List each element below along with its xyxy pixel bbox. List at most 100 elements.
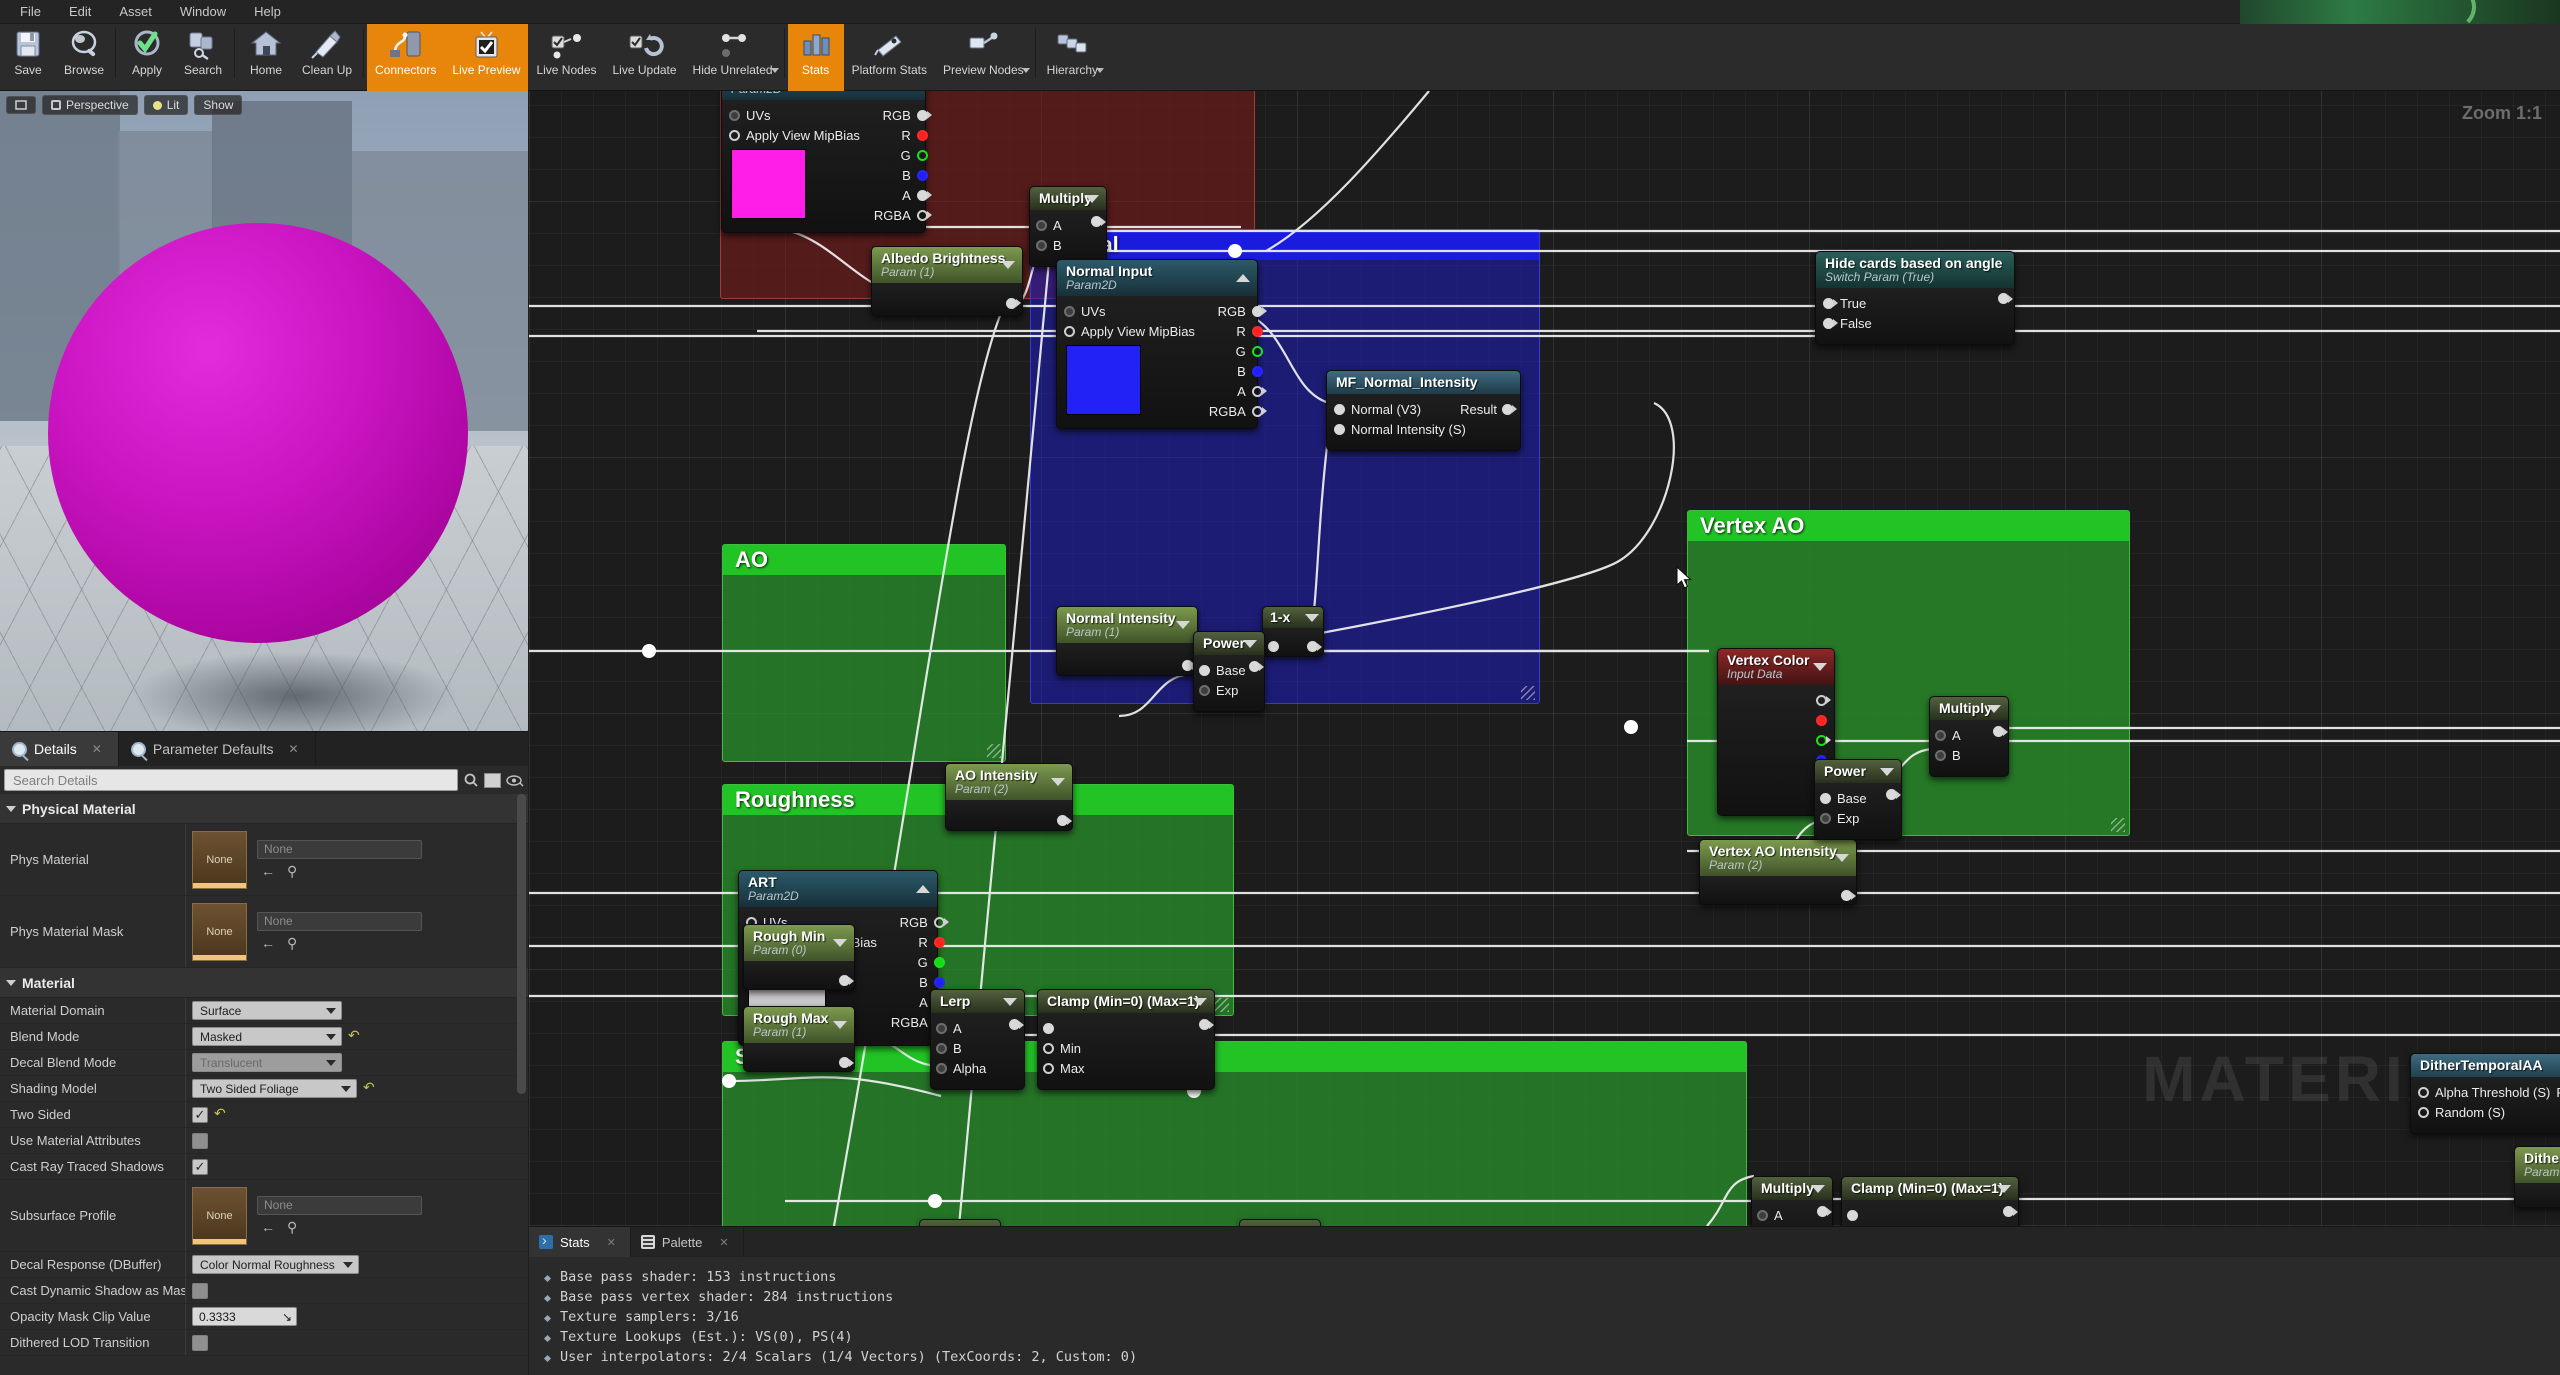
output-pin[interactable]	[1057, 815, 1068, 826]
input-pin[interactable]	[1036, 240, 1047, 251]
pin-clamp-max[interactable]: Max	[1038, 1058, 1214, 1078]
input-pin[interactable]	[1036, 220, 1047, 231]
chevron-down-icon[interactable]	[1811, 1185, 1825, 1193]
group-material[interactable]: Material	[0, 968, 528, 998]
opacity-mask-clip-value-input[interactable]: 0.3333 ↘	[192, 1307, 297, 1326]
chevron-up-icon[interactable]	[916, 885, 930, 893]
output-pin[interactable]	[1817, 1206, 1828, 1217]
pin-albedo-multiply-b[interactable]: B	[1030, 235, 1106, 255]
two-sided-checkbox[interactable]: ✓	[192, 1107, 208, 1123]
output-pin[interactable]	[1816, 715, 1827, 726]
chevron-down-icon[interactable]	[1001, 261, 1015, 269]
node-sss-multiply[interactable]: Multiply A B	[1751, 1176, 1833, 1226]
node-sss-multiply-header[interactable]: Multiply	[1752, 1177, 1832, 1200]
output-pin[interactable]	[1252, 366, 1263, 377]
node-vertex-ao-intensity[interactable]: Vertex AO Intensity Param (2)	[1699, 839, 1857, 905]
node-mf-normal-intensity-header[interactable]: MF_Normal_Intensity	[1327, 371, 1520, 394]
resize-grip[interactable]	[1215, 998, 1229, 1012]
node-sss-multiply-3[interactable]: Multiply	[1239, 1219, 1321, 1226]
node-ao-power-header[interactable]: Power	[1194, 632, 1264, 655]
pin-lerp-b[interactable]: B	[931, 1038, 1024, 1058]
cast-dynamic-shadow-as-masked-checkbox[interactable]	[192, 1283, 208, 1299]
normal-texture-swatch[interactable]	[1066, 345, 1141, 415]
resize-grip[interactable]	[1521, 686, 1535, 700]
pin-vertex-r[interactable]	[1718, 710, 1834, 730]
output-pin[interactable]	[1091, 216, 1102, 227]
node-albedo-brightness-header[interactable]: Albedo Brightness Param (1)	[872, 247, 1022, 283]
node-hide-cards[interactable]: Hide cards based on angle Switch Param (…	[1815, 251, 2015, 345]
node-rough-lerp-header[interactable]: Lerp	[931, 990, 1024, 1013]
input-pin[interactable]	[1935, 730, 1946, 741]
input-pin[interactable]	[1043, 1043, 1054, 1054]
menu-item-window[interactable]: Window	[166, 2, 240, 21]
input-pin[interactable]	[936, 1063, 947, 1074]
toolbar-connectors-button[interactable]: Connectors	[367, 24, 444, 91]
output-pin[interactable]	[1199, 1019, 1210, 1030]
use-selected-asset-icon[interactable]: ←	[261, 935, 275, 952]
close-icon[interactable]: ✕	[92, 742, 102, 756]
pin-albedo-g[interactable]: G	[867, 145, 935, 165]
input-pin[interactable]	[2418, 1107, 2429, 1118]
toolbar-save-button[interactable]: Save	[0, 24, 56, 91]
chevron-down-icon[interactable]	[1193, 998, 1207, 1006]
toolbar-home-button[interactable]: Home	[238, 24, 294, 91]
pin-normal-uvs[interactable]: UVs	[1057, 301, 1202, 321]
pin-lerp-alpha[interactable]: Alpha	[931, 1058, 1024, 1078]
output-pin[interactable]	[2003, 1206, 2014, 1217]
phys-material-mask-asset-value[interactable]: None	[257, 912, 422, 931]
input-pin[interactable]	[1199, 685, 1210, 696]
chevron-down-icon[interactable]	[1813, 663, 1827, 671]
output-pin[interactable]	[1886, 789, 1897, 800]
node-vertex-ao-intensity-header[interactable]: Vertex AO Intensity Param (2)	[1700, 840, 1856, 876]
toolbar-browse-button[interactable]: Browse	[56, 24, 112, 91]
node-rough-min-header[interactable]: Rough Min Param (0)	[744, 925, 854, 961]
pin-normal-mipbias[interactable]: Apply View MipBias	[1057, 321, 1202, 341]
toolbar-preview-nodes-button[interactable]: Preview Nodes	[935, 24, 1032, 91]
node-normal-input[interactable]: Normal Input Param2D UVs Apply View MipB…	[1056, 259, 1258, 429]
output-pin[interactable]	[1009, 1019, 1020, 1030]
pin-dither-random[interactable]: Random (S)	[2411, 1102, 2560, 1122]
toolbar-live-nodes-button[interactable]: Live Nodes	[528, 24, 604, 91]
node-ao-power[interactable]: Power Base Exp	[1193, 631, 1265, 712]
phys-material-mask-thumbnail[interactable]: None	[192, 903, 247, 961]
viewport-options-button[interactable]	[6, 96, 36, 114]
input-pin[interactable]	[1935, 750, 1946, 761]
output-pin[interactable]	[1502, 404, 1513, 415]
use-selected-asset-icon[interactable]: ←	[261, 1219, 275, 1236]
decal-blend-mode-dropdown[interactable]: Translucent	[192, 1053, 342, 1072]
pin-albedo-r[interactable]: R	[867, 125, 935, 145]
pin-normal-rgb[interactable]: RGB	[1202, 301, 1270, 321]
input-pin[interactable]	[936, 1043, 947, 1054]
viewport-lit-button[interactable]: Lit	[144, 95, 189, 115]
phys-material-asset-value[interactable]: None	[257, 840, 422, 859]
output-pin[interactable]	[1252, 406, 1263, 417]
material-graph-canvas[interactable]: Zoom 1:1 MATERIAL Normal AO Roughness SS…	[529, 91, 2560, 1226]
pin-albedo-mipbias[interactable]: Apply View MipBias	[722, 125, 867, 145]
pin-dither-alpha-threshold[interactable]: Alpha Threshold (S) Res	[2411, 1082, 2560, 1102]
pin-art-rgb[interactable]: RGB	[884, 912, 952, 932]
output-pin[interactable]	[1252, 346, 1263, 357]
node-rough-clamp[interactable]: Clamp (Min=0) (Max=1) Min Max	[1037, 989, 1215, 1090]
pin-normal-a[interactable]: A	[1202, 381, 1270, 401]
chevron-down-icon[interactable]	[1051, 778, 1065, 786]
pin-clamp-in[interactable]	[1038, 1018, 1214, 1038]
node-ao-intensity[interactable]: AO Intensity Param (2)	[945, 763, 1073, 831]
menu-item-asset[interactable]: Asset	[105, 2, 166, 21]
node-albedo-input[interactable]: Albedo Input Param2D UVs Apply View MipB…	[721, 91, 926, 233]
node-sss-clamp[interactable]: Clamp (Min=0) (Max=1) Min Max	[1841, 1176, 2019, 1226]
output-pin[interactable]	[934, 937, 945, 948]
node-vertex-multiply-header[interactable]: Multiply	[1930, 697, 2008, 720]
cast-ray-traced-shadows-checkbox[interactable]: ✓	[192, 1159, 208, 1175]
node-rough-lerp[interactable]: Lerp A B Alpha	[930, 989, 1025, 1090]
browse-to-asset-icon[interactable]: ⚲	[287, 935, 297, 952]
toolbar-live-update-button[interactable]: Live Update	[605, 24, 685, 91]
node-one-minus-x[interactable]: 1-x	[1262, 606, 1324, 657]
chevron-down-icon[interactable]	[1096, 68, 1104, 73]
resize-grip[interactable]	[2111, 818, 2125, 832]
pin-albedo-rgb[interactable]: RGB	[867, 105, 935, 125]
tab-stats[interactable]: Stats ✕	[529, 1227, 631, 1257]
node-dither-amount-header[interactable]: DitherAmo Param (0)	[2515, 1147, 2560, 1183]
pin-vertex-multiply-b[interactable]: B	[1930, 745, 2008, 765]
node-dither-temporal-aa[interactable]: DitherTemporalAA Alpha Threshold (S) Res…	[2410, 1053, 2560, 1134]
toolbar-stats-button[interactable]: Stats	[788, 24, 844, 91]
